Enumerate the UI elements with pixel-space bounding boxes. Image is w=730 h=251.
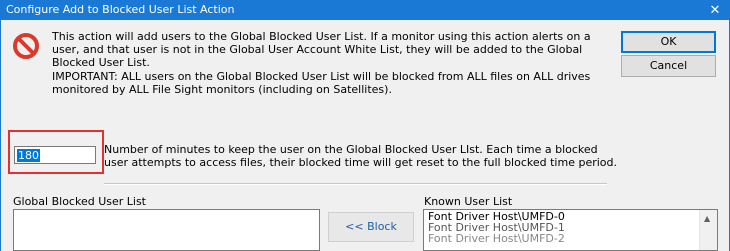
prohibited-icon: [13, 33, 39, 59]
window-title: Configure Add to Blocked User List Actio…: [6, 3, 235, 16]
global-blocked-list-label: Global Blocked User List: [13, 195, 146, 208]
close-icon[interactable]: ✕: [700, 0, 730, 20]
important-notice: IMPORTANT: ALL users on the Global Block…: [52, 70, 591, 96]
block-button[interactable]: << Block: [328, 212, 414, 242]
known-user-list-label: Known User List: [424, 195, 513, 208]
list-item[interactable]: Font Driver Host\UMFD-2: [428, 233, 565, 245]
separator: [104, 183, 607, 185]
minutes-description: Number of minutes to keep the user on th…: [104, 143, 618, 169]
title-bar: Configure Add to Blocked User List Actio…: [0, 0, 730, 20]
scrollbar[interactable]: ▲: [699, 210, 717, 250]
known-user-list[interactable]: Font Driver Host\UMFD-0 Font Driver Host…: [423, 209, 718, 251]
cancel-button[interactable]: Cancel: [621, 55, 716, 77]
ok-button[interactable]: OK: [621, 31, 716, 53]
minutes-value: 180: [17, 149, 40, 162]
action-description: This action will add users to the Global…: [52, 30, 591, 69]
scroll-up-icon[interactable]: ▲: [704, 214, 710, 223]
minutes-input[interactable]: 180: [14, 146, 96, 164]
global-blocked-list[interactable]: [13, 209, 320, 251]
